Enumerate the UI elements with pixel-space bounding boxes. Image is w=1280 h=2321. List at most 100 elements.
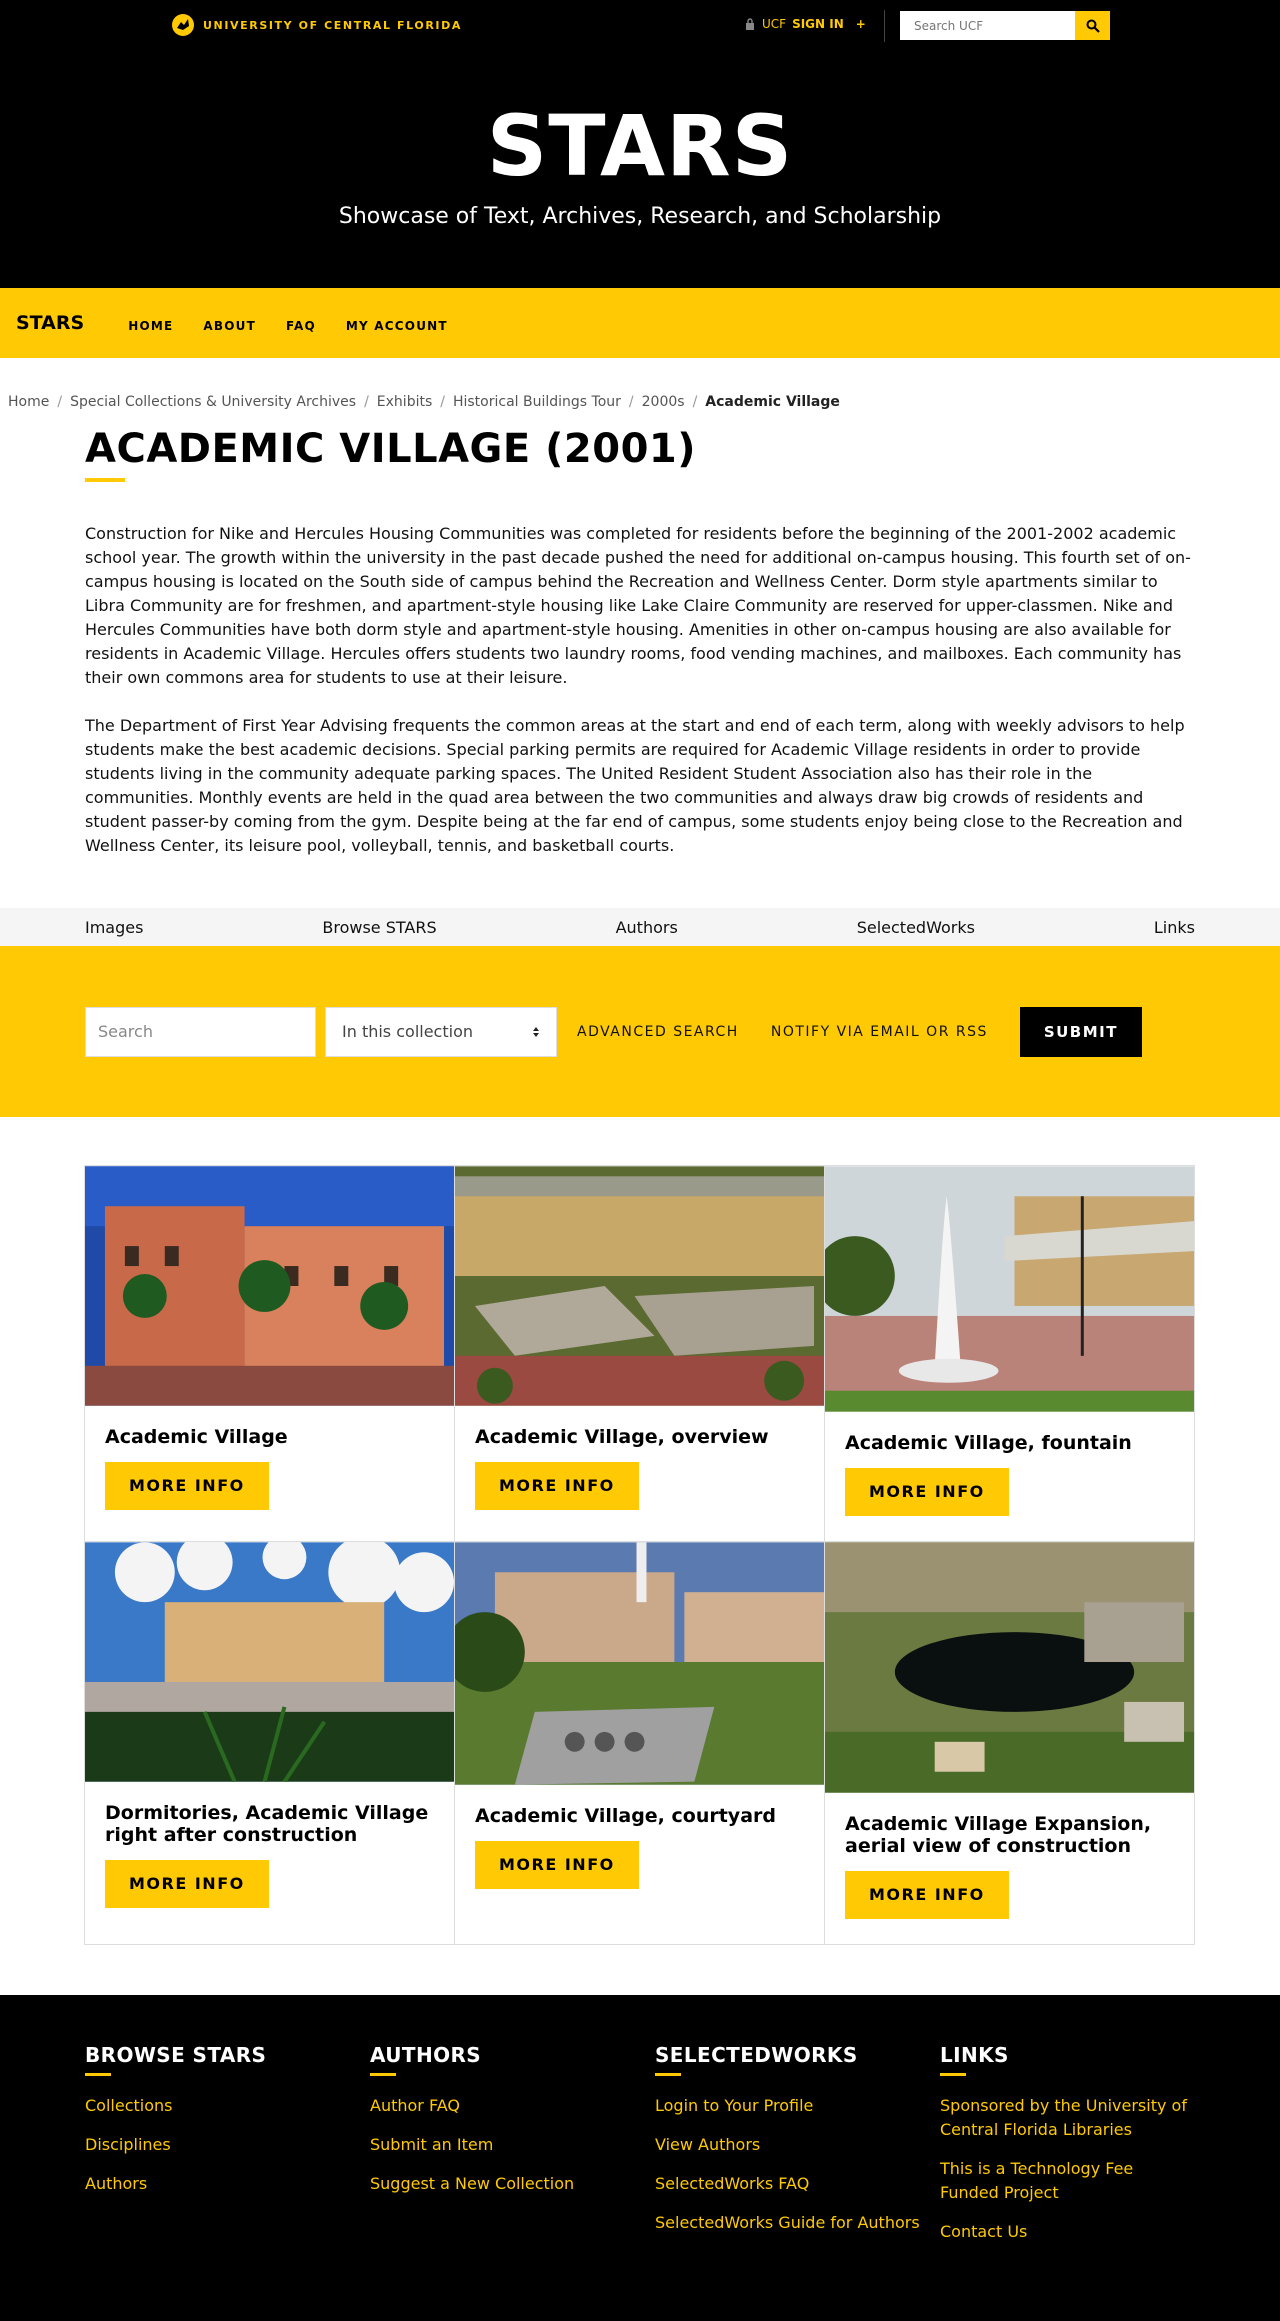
footer-heading: AUTHORS [370,2043,482,2067]
ucf-logo[interactable]: UNIVERSITY OF CENTRAL FLORIDA [171,13,462,37]
footer-link-contact[interactable]: Contact Us [940,2220,1195,2244]
thumbnail-image[interactable] [455,1166,824,1406]
thumbnail-image[interactable] [85,1542,454,1782]
thumbnail-image[interactable] [455,1542,824,1785]
thumbnail-image[interactable] [85,1166,454,1406]
breadcrumb-historical-buildings[interactable]: Historical Buildings Tour [453,394,621,410]
more-info-button[interactable]: MORE INFO [475,1841,639,1889]
lock-icon [746,18,754,30]
gallery-card: Academic Village MORE INFO [84,1165,455,1542]
footer-column-authors: AUTHORS Author FAQ Submit an Item Sugges… [370,2043,655,2259]
nav-home[interactable]: HOME [128,319,173,333]
nav-about[interactable]: ABOUT [203,319,256,333]
thumbnail-image[interactable] [825,1542,1194,1793]
footer-link-author-faq[interactable]: Author FAQ [370,2094,655,2118]
breadcrumb-home[interactable]: Home [8,394,49,410]
subnav-images[interactable]: Images [85,918,143,937]
footer-column-browse: BROWSE STARS Collections Disciplines Aut… [85,2043,370,2259]
ucf-search-input[interactable] [900,11,1075,40]
main-content: ACADEMIC VILLAGE (2001) Construction for… [85,426,1195,858]
ucf-search [900,11,1110,40]
breadcrumb-separator: / [628,394,634,410]
updown-arrows-icon [533,1026,539,1037]
sign-in-label: SIGN IN [792,17,844,31]
breadcrumb-separator: / [57,394,63,410]
footer-link-submit-item[interactable]: Submit an Item [370,2133,655,2157]
gallery-card: Academic Village, overview MORE INFO [454,1165,825,1542]
nav-faq[interactable]: FAQ [286,319,316,333]
subnav-authors[interactable]: Authors [616,918,678,937]
title-underline [85,478,125,482]
ucf-topbar: UNIVERSITY OF CENTRAL FLORIDA UCF SIGN I… [0,0,1280,52]
site-footer: BROWSE STARS Collections Disciplines Aut… [0,1995,1280,2321]
more-info-button[interactable]: MORE INFO [845,1871,1009,1919]
footer-heading: LINKS [940,2043,1009,2067]
search-input[interactable]: Search [85,1006,316,1057]
plus-icon: + [855,17,866,31]
breadcrumb-exhibits[interactable]: Exhibits [377,394,432,410]
footer-link-suggest-collection[interactable]: Suggest a New Collection [370,2172,655,2196]
footer-link-view-authors[interactable]: View Authors [655,2133,940,2157]
site-title: STARS [486,97,794,195]
card-title[interactable]: Academic Village [105,1426,434,1448]
scope-select[interactable]: In this collection [325,1006,557,1057]
heading-underline [85,2073,111,2076]
footer-link-collections[interactable]: Collections [85,2094,370,2118]
scope-select-value: In this collection [342,1022,473,1041]
notify-link[interactable]: NOTIFY VIA EMAIL OR RSS [771,1024,988,1040]
footer-link-sponsored[interactable]: Sponsored by the University of Central F… [940,2094,1195,2142]
subnav-selectedworks[interactable]: SelectedWorks [857,918,975,937]
heading-underline [940,2073,966,2076]
pegasus-icon [172,14,194,36]
breadcrumb-current: Academic Village [705,394,840,410]
more-info-button[interactable]: MORE INFO [475,1462,639,1510]
nav-brand[interactable]: STARS [16,312,84,334]
search-icon [1086,19,1100,33]
subnav-links[interactable]: Links [1154,918,1195,937]
breadcrumb-separator: / [692,394,698,410]
footer-column-links: LINKS Sponsored by the University of Cen… [940,2043,1195,2259]
breadcrumb-separator: / [440,394,445,410]
breadcrumb-2000s[interactable]: 2000s [642,394,685,410]
ucf-search-button[interactable] [1075,11,1110,40]
footer-heading: SELECTEDWORKS [655,2043,858,2067]
subnav-browse-stars[interactable]: Browse STARS [322,918,436,937]
footer-link-selectedworks-faq[interactable]: SelectedWorks FAQ [655,2172,940,2196]
card-title[interactable]: Academic Village, courtyard [475,1805,804,1827]
breadcrumb: Home / Special Collections & University … [0,394,1280,410]
footer-link-disciplines[interactable]: Disciplines [85,2133,370,2157]
heading-underline [655,2073,681,2076]
hero-banner: STARS Showcase of Text, Archives, Resear… [0,52,1280,288]
card-title[interactable]: Academic Village, fountain [845,1432,1174,1454]
page-title: ACADEMIC VILLAGE (2001) [85,426,697,472]
breadcrumb-special-collections[interactable]: Special Collections & University Archive… [70,394,356,410]
article-body: Construction for Nike and Hercules Housi… [85,522,1195,858]
nav-my-account[interactable]: MY ACCOUNT [346,319,448,333]
gallery-card: Academic Village Expansion, aerial view … [824,1541,1195,1945]
ucf-wordmark: UNIVERSITY OF CENTRAL FLORIDA [203,18,462,32]
footer-heading: BROWSE STARS [85,2043,267,2067]
more-info-button[interactable]: MORE INFO [105,1462,269,1510]
footer-link-selectedworks-guide[interactable]: SelectedWorks Guide for Authors [655,2211,940,2235]
main-nav: STARS HOME ABOUT FAQ MY ACCOUNT [0,288,1280,358]
sign-in-link[interactable]: UCF SIGN IN + [744,17,866,31]
footer-column-selectedworks: SELECTEDWORKS Login to Your Profile View… [655,2043,940,2259]
thumbnail-image[interactable] [825,1166,1194,1412]
footer-link-authors[interactable]: Authors [85,2172,370,2196]
card-title[interactable]: Academic Village, overview [475,1426,804,1448]
secondary-nav: Images Browse STARS Authors SelectedWork… [0,908,1280,946]
footer-link-tech-fee[interactable]: This is a Technology Fee Funded Project [940,2157,1195,2205]
card-title[interactable]: Academic Village Expansion, aerial view … [845,1813,1174,1857]
gallery-card: Academic Village, courtyard MORE INFO [454,1541,825,1945]
submit-button[interactable]: SUBMIT [1019,1006,1142,1057]
divider [884,10,885,42]
footer-link-login-profile[interactable]: Login to Your Profile [655,2094,940,2118]
site-subtitle: Showcase of Text, Archives, Research, an… [338,204,942,229]
paragraph: Construction for Nike and Hercules Housi… [85,524,1191,687]
card-title[interactable]: Dormitories, Academic Village right afte… [105,1802,434,1846]
more-info-button[interactable]: MORE INFO [105,1860,269,1908]
advanced-search-link[interactable]: ADVANCED SEARCH [577,1024,739,1040]
gallery-card: Dormitories, Academic Village right afte… [84,1541,455,1945]
paragraph: The Department of First Year Advising fr… [85,716,1185,855]
more-info-button[interactable]: MORE INFO [845,1468,1009,1516]
